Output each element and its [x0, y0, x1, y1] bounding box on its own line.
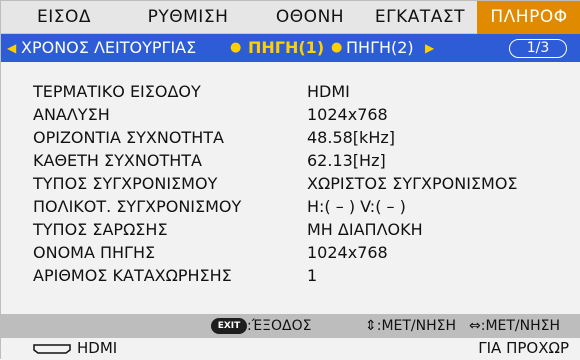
info-label: ΟΡΙΖΟΝΤΙΑ ΣΥΧΝΟΤΗΤΑ: [33, 128, 224, 147]
info-label: ΟΝΟΜΑ ΠΗΓΗΣ: [33, 243, 156, 262]
hdmi-connector-icon: [33, 344, 71, 354]
info-row: ΠΟΛΙΚΟΤ. ΣΥΓΧΡΟΝΙΣΜΟΥ H:( – ) V:( – ): [1, 197, 580, 219]
help-bar: EXIT :ΈΞΟΔΟΣ ⇕:ΜΕΤ/ΝΗΣΗ ⇔:ΜΕΤ/ΝΗΣΗ: [1, 314, 580, 338]
tab-settings[interactable]: ΡΥΘΜΙΣΗ: [123, 1, 253, 34]
arrow-right-icon[interactable]: ▶: [425, 34, 434, 62]
mode-label: ΓΙΑ ΠΡΟΧΩΡ: [478, 339, 569, 357]
tab-info[interactable]: ΠΛΗΡΟΦ: [477, 1, 580, 34]
help-updown: ⇕:ΜΕΤ/ΝΗΣΗ: [365, 318, 457, 334]
info-panel: ΤΕΡΜΑΤΙΚΟ ΕΙΣΟΔΟΥ HDMI ΑΝΑΛΥΣΗ 1024x768 …: [1, 62, 580, 314]
separator-dot-icon: ●: [230, 40, 242, 55]
info-label: ΑΡΙΘΜΟΣ ΚΑΤΑΧΩΡΗΣΗΣ: [33, 266, 232, 285]
info-row: ΚΑΘΕΤΗ ΣΥΧΝΟΤΗΤΑ 62.13[Hz]: [1, 151, 580, 173]
info-row: ΑΝΑΛΥΣΗ 1024x768: [1, 105, 580, 127]
info-label: ΤΥΠΟΣ ΣΑΡΩΣΗΣ: [33, 220, 168, 239]
info-label: ΤΥΠΟΣ ΣΥΓΧΡΟΝΙΣΜΟΥ: [33, 174, 218, 193]
info-value: 1024x768: [307, 243, 388, 262]
info-row: ΤΥΠΟΣ ΣΥΓΧΡΟΝΙΣΜΟΥ ΧΩΡΙΣΤΟΣ ΣΥΓΧΡΟΝΙΣΜΟΣ: [1, 174, 580, 196]
info-value: 48.58[kHz]: [307, 128, 395, 147]
info-value: 62.13[Hz]: [307, 151, 386, 170]
info-value: 1: [307, 266, 318, 285]
main-tab-bar: ΕΙΣΟΔ ΡΥΘΜΙΣΗ ΟΘΟΝΗ ΕΓΚΑΤΑΣΤ ΠΛΗΡΟΦ: [1, 1, 580, 34]
info-label: ΑΝΑΛΥΣΗ: [33, 105, 110, 124]
help-exit: :ΈΞΟΔΟΣ: [247, 318, 312, 334]
source-label: HDMI: [77, 339, 118, 357]
info-value: ΜΗ ΔΙΑΠΛΟΚΗ: [307, 220, 423, 239]
tab-setup[interactable]: ΕΓΚΑΤΑΣΤ: [363, 1, 477, 34]
status-bar: HDMI ΓΙΑ ΠΡΟΧΩΡ: [1, 338, 580, 360]
subtab-source-2[interactable]: ΠΗΓΗ(2): [346, 34, 414, 62]
info-label: ΚΑΘΕΤΗ ΣΥΧΝΟΤΗΤΑ: [33, 151, 202, 170]
page-indicator: 1/3: [509, 39, 567, 58]
info-row: ΟΡΙΖΟΝΤΙΑ ΣΥΧΝΟΤΗΤΑ 48.58[kHz]: [1, 128, 580, 150]
info-value: ΧΩΡΙΣΤΟΣ ΣΥΓΧΡΟΝΙΣΜΟΣ: [307, 174, 518, 193]
subtab-source-1[interactable]: ΠΗΓΗ(1): [248, 34, 324, 62]
info-row: ΤΕΡΜΑΤΙΚΟ ΕΙΣΟΔΟΥ HDMI: [1, 82, 580, 104]
info-row: ΤΥΠΟΣ ΣΑΡΩΣΗΣ ΜΗ ΔΙΑΠΛΟΚΗ: [1, 220, 580, 242]
tab-screen[interactable]: ΟΘΟΝΗ: [259, 1, 361, 34]
tab-input[interactable]: ΕΙΣΟΔ: [9, 1, 119, 34]
subtab-usage-time[interactable]: ΧΡΟΝΟΣ ΛΕΙΤΟΥΡΓΙΑΣ: [21, 34, 196, 62]
arrow-left-icon[interactable]: ◀: [7, 34, 16, 62]
info-label: ΠΟΛΙΚΟΤ. ΣΥΓΧΡΟΝΙΣΜΟΥ: [33, 197, 242, 216]
sub-tab-bar: ◀ ΧΡΟΝΟΣ ΛΕΙΤΟΥΡΓΙΑΣ ● ΠΗΓΗ(1) ● ΠΗΓΗ(2)…: [1, 34, 580, 62]
info-value: 1024x768: [307, 105, 388, 124]
info-label: ΤΕΡΜΑΤΙΚΟ ΕΙΣΟΔΟΥ: [33, 82, 201, 101]
projector-osd-menu: ΕΙΣΟΔ ΡΥΘΜΙΣΗ ΟΘΟΝΗ ΕΓΚΑΤΑΣΤ ΠΛΗΡΟΦ ◀ ΧΡ…: [0, 0, 580, 360]
info-value: HDMI: [307, 82, 350, 101]
exit-key-icon: EXIT: [211, 318, 247, 334]
help-leftright: ⇔:ΜΕΤ/ΝΗΣΗ: [469, 318, 561, 334]
info-row: ΟΝΟΜΑ ΠΗΓΗΣ 1024x768: [1, 243, 580, 265]
separator-dot-icon: ●: [331, 40, 343, 55]
info-row: ΑΡΙΘΜΟΣ ΚΑΤΑΧΩΡΗΣΗΣ 1: [1, 266, 580, 288]
info-value: H:( – ) V:( – ): [307, 197, 406, 216]
